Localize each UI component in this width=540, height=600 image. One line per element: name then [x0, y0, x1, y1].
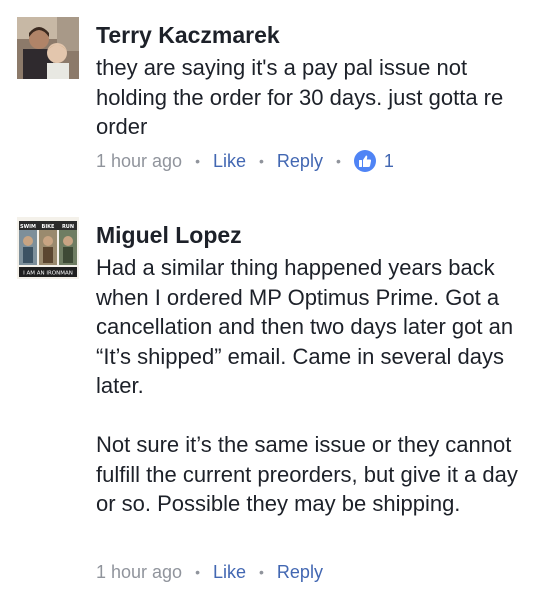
comment-timestamp[interactable]: 1 hour ago [96, 562, 182, 583]
comment-paragraph: Had a similar thing happened years back … [96, 255, 514, 398]
comment-body: Had a similar thing happened years back … [96, 253, 531, 519]
avatar-photo [17, 17, 79, 79]
separator-dot: • [195, 564, 200, 580]
comment-paragraph: they are saying it's a pay pal issue not… [96, 55, 504, 139]
comment-terry: Terry Kaczmarek they are saying it's a p… [0, 0, 540, 200]
comment-paragraph: Not sure it’s the same issue or they can… [96, 432, 518, 516]
thumbs-up-icon[interactable] [353, 150, 376, 172]
comment-actions: 1 hour ago • Like • Reply • 1 [96, 148, 394, 174]
comment-timestamp[interactable]: 1 hour ago [96, 151, 182, 172]
avatar-text-bike: BIKE [42, 224, 56, 230]
comment-miguel: SWIM BIKE RUN I AM AN IRONMAN Miguel Lop… [0, 200, 540, 600]
avatar-text-swim: SWIM [20, 224, 36, 230]
reaction-count[interactable]: 1 [384, 151, 394, 172]
like-button[interactable]: Like [213, 562, 246, 583]
separator-dot: • [259, 153, 264, 169]
avatar-photo: SWIM BIKE RUN I AM AN IRONMAN [17, 217, 79, 279]
avatar[interactable] [17, 17, 79, 79]
separator-dot: • [335, 153, 341, 169]
comment-body: they are saying it's a pay pal issue not… [96, 53, 531, 142]
comment-actions: 1 hour ago • Like • Reply [96, 559, 323, 585]
comment-author[interactable]: Terry Kaczmarek [96, 22, 280, 49]
comment-author[interactable]: Miguel Lopez [96, 222, 242, 249]
separator-dot: • [195, 153, 200, 169]
reply-button[interactable]: Reply [277, 562, 323, 583]
reply-button[interactable]: Reply [277, 151, 323, 172]
separator-dot: • [259, 564, 264, 580]
avatar[interactable]: SWIM BIKE RUN I AM AN IRONMAN [17, 217, 79, 279]
avatar-text-ironman: I AM AN IRONMAN [23, 271, 73, 277]
like-button[interactable]: Like [213, 151, 246, 172]
avatar-text-run: RUN [62, 224, 74, 230]
